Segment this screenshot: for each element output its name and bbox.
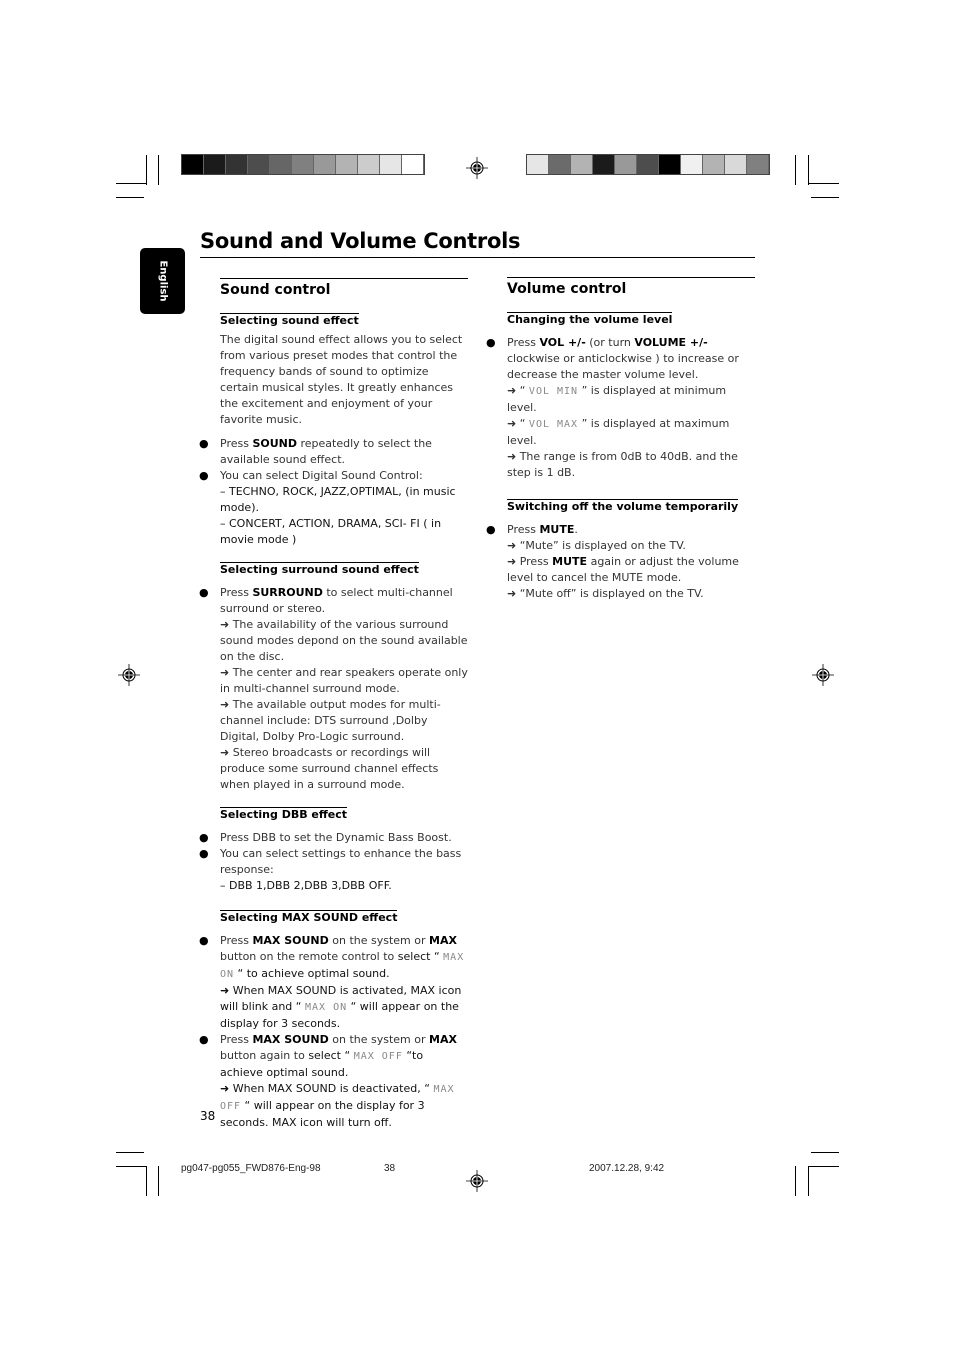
color-swatch [380, 155, 402, 174]
selecting-max-sound-title: Selecting MAX SOUND effect [220, 910, 398, 924]
color-swatch [204, 155, 226, 174]
mute-title: Switching off the volume temporarily [507, 499, 739, 513]
footer-page: 38 [384, 1163, 396, 1174]
crop-mark [811, 197, 839, 198]
registration-mark-icon [466, 157, 488, 179]
color-swatch [725, 155, 747, 174]
color-swatch [182, 155, 204, 174]
color-swatch [527, 155, 549, 174]
crop-mark [795, 155, 796, 185]
result-note: ➜ Stereo broadcasts or recordings will p… [220, 746, 439, 791]
crop-mark [116, 1152, 144, 1153]
color-swatch [270, 155, 292, 174]
result-note: ➜ “Mute” is displayed on the TV. [507, 539, 686, 552]
list-item: You can select settings to enhance the b… [199, 846, 468, 878]
crop-mark [811, 1152, 839, 1153]
result-note: ➜ “Mute off” is displayed on the TV. [507, 587, 704, 600]
footer-timestamp: 2007.12.28, 9:42 [589, 1163, 665, 1174]
crop-mark [158, 155, 159, 185]
selecting-surround-title: Selecting surround sound effect [220, 562, 419, 576]
section-divider [507, 277, 755, 278]
registration-mark-icon [812, 664, 834, 686]
dbb-options: – DBB 1,DBB 2,DBB 3,DBB OFF. [220, 879, 392, 892]
language-tab: English [140, 248, 185, 314]
section-divider [220, 278, 468, 279]
language-label: English [157, 260, 168, 302]
color-swatch [593, 155, 615, 174]
color-swatch [549, 155, 571, 174]
sound-mode-options-music: – TECHNO, ROCK, JAZZ,OPTIMAL, (in music … [220, 485, 456, 514]
registration-mark-icon [466, 1170, 488, 1192]
crop-mark [808, 1166, 839, 1167]
color-swatch [637, 155, 659, 174]
color-bar-left [181, 154, 425, 175]
color-swatch [226, 155, 248, 174]
color-swatch [681, 155, 703, 174]
list-item: Press MAX SOUND on the system or MAX but… [199, 933, 468, 983]
crop-mark [158, 1166, 159, 1196]
crop-mark [116, 1166, 147, 1167]
changing-volume-title: Changing the volume level [507, 312, 673, 326]
crop-mark [808, 183, 839, 184]
sound-control-heading: Sound control [220, 282, 331, 298]
footer-filename: pg047-pg055_FWD876-Eng-98 [181, 1163, 321, 1174]
result-note: ➜ “ VOL MIN ” is displayed at minimum le… [507, 384, 727, 414]
result-note: ➜ The availability of the various surrou… [220, 618, 468, 663]
page-title: Sound and Volume Controls [200, 229, 521, 253]
color-swatch [336, 155, 358, 174]
color-swatch [615, 155, 637, 174]
list-item: Press VOL +/- (or turn VOLUME +/- clockw… [486, 335, 755, 383]
volume-control-column: Volume control Changing the volume level… [486, 277, 755, 602]
crop-mark [146, 1166, 147, 1196]
color-bar-right [526, 154, 770, 175]
registration-mark-icon [118, 664, 140, 686]
selecting-sound-effect-title: Selecting sound effect [220, 313, 359, 327]
color-swatch [659, 155, 681, 174]
result-note: ➜ The center and rear speakers operate o… [220, 666, 468, 695]
crop-mark [795, 1166, 796, 1196]
color-swatch [571, 155, 593, 174]
sound-mode-options-movie: – CONCERT, ACTION, DRAMA, SCI- FI ( in m… [220, 517, 442, 546]
result-note: ➜ “ VOL MAX ” is displayed at maximum le… [507, 417, 730, 447]
crop-mark [116, 183, 147, 184]
crop-mark [808, 1166, 809, 1196]
selecting-dbb-title: Selecting DBB effect [220, 807, 348, 821]
crop-mark [146, 155, 147, 185]
color-swatch [248, 155, 270, 174]
list-item: Press SOUND repeatedly to select the ava… [199, 436, 468, 468]
color-swatch [402, 155, 424, 174]
list-item: You can select Digital Sound Control: [199, 468, 468, 484]
sound-effect-intro: The digital sound effect allows you to s… [220, 333, 463, 426]
list-item: Press DBB to set the Dynamic Bass Boost. [199, 830, 468, 846]
result-note: ➜ The range is from 0dB to 40dB. and the… [507, 450, 738, 479]
color-swatch [292, 155, 314, 174]
result-note: ➜ When MAX SOUND is activated, MAX icon … [220, 984, 462, 1030]
color-swatch [703, 155, 725, 174]
page-number: 38 [200, 1109, 216, 1123]
volume-control-heading: Volume control [507, 281, 627, 297]
crop-mark [808, 155, 809, 185]
crop-mark [116, 197, 144, 198]
list-item: Press MAX SOUND on the system or MAX but… [199, 1032, 468, 1081]
list-item: Press SURROUND to select multi-channel s… [199, 585, 468, 617]
color-swatch [747, 155, 769, 174]
result-note: ➜ The available output modes for multi-c… [220, 698, 441, 743]
sound-control-column: Sound control Selecting sound effect The… [199, 278, 468, 1131]
color-swatch [314, 155, 336, 174]
list-item: Press MUTE. [486, 522, 755, 538]
title-divider [200, 257, 755, 258]
result-note: ➜ When MAX SOUND is deactivated, “ MAX O… [220, 1082, 455, 1129]
result-note: ➜ Press MUTE again or adjust the volume … [507, 555, 739, 584]
color-swatch [358, 155, 380, 174]
